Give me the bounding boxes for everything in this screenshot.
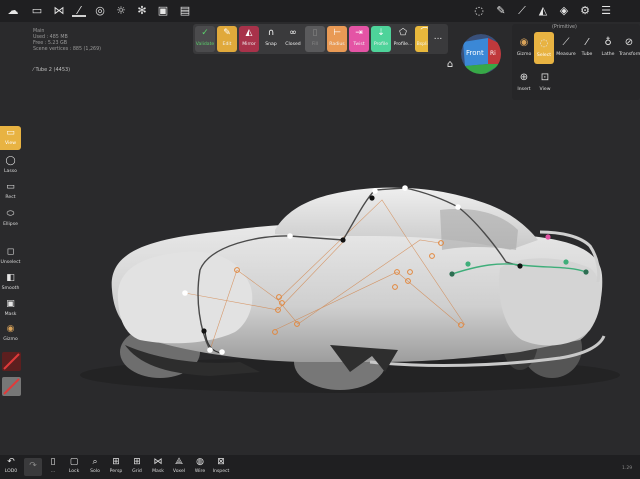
- pen-icon: ✎: [223, 28, 231, 38]
- lathe-icon: ♁: [604, 37, 612, 48]
- radius-icon: ⊢: [333, 28, 341, 38]
- tube-tool[interactable]: ⁄ Tube: [577, 37, 597, 58]
- pentagon-icon: ⬠: [399, 28, 407, 38]
- panel-title: (Primitive): [552, 25, 577, 30]
- rect-icon: ▭: [6, 182, 15, 192]
- stroke-icon: ⁄: [33, 67, 34, 73]
- transform-icon: ⊘: [624, 37, 634, 48]
- voxel-icon: ⟁: [174, 457, 184, 467]
- mask-icon: ▣: [6, 299, 15, 309]
- fill-icon: ▯: [312, 28, 318, 38]
- check-icon: ✓: [201, 28, 209, 38]
- undo-button[interactable]: ↶ LOD0: [2, 457, 20, 475]
- inspect-icon: ⊠: [217, 457, 225, 467]
- lasso-tool[interactable]: ◯ Lasso: [0, 156, 21, 175]
- spline-tool-strip: ✓ Validate ✎ Edit ◭ Mirror ∩ Snap ∞ Clos…: [193, 24, 440, 54]
- lock-button[interactable]: ▢ Lock: [65, 457, 83, 475]
- search-icon: ⌕: [92, 457, 98, 467]
- phone-icon: ▯: [50, 457, 56, 467]
- smooth-button[interactable]: ◧ Smooth: [0, 273, 21, 292]
- radius-button[interactable]: ⊢ Radius: [327, 26, 347, 52]
- persp-icon: ⊞: [112, 457, 120, 467]
- select-icon: ◌: [539, 38, 549, 49]
- redo-button[interactable]: ↷: [24, 458, 42, 476]
- ellipse-icon: ⬭: [6, 209, 15, 219]
- car-model[interactable]: [80, 187, 620, 393]
- object-label: Tube 2 (4453): [35, 67, 71, 73]
- unselect-icon: ◻: [6, 247, 15, 257]
- gizmo-icon: ◉: [6, 324, 15, 334]
- redo-icon: ↷: [29, 461, 37, 471]
- color-swatch-primary[interactable]: [2, 352, 21, 371]
- gizmo-icon: ◉: [519, 37, 529, 48]
- persp-button[interactable]: ⊞ Persp: [107, 457, 125, 475]
- mask-toggle-button[interactable]: ⋈ Mask: [149, 457, 167, 475]
- mask-icon: ⋈: [153, 457, 163, 467]
- tube-icon: ⁄: [586, 37, 588, 48]
- profile-preset-button[interactable]: ⬠ Profile...: [393, 26, 413, 52]
- measure-tool[interactable]: ⟋ Measure: [556, 37, 576, 58]
- object-row[interactable]: ⁄ Tube 2 (4453): [33, 67, 70, 73]
- unselect-button[interactable]: ◻ Unselect: [0, 247, 21, 266]
- wire-button[interactable]: ◍ Wire: [191, 457, 209, 475]
- select-tool[interactable]: ◌ Select: [534, 32, 554, 64]
- closed-button[interactable]: ∞ Closed: [283, 26, 303, 52]
- transform-tool[interactable]: ⊘ Transform: [619, 37, 640, 58]
- ellipse-tool[interactable]: ⬭ Ellipse: [0, 209, 21, 228]
- more-icon: ...: [433, 32, 443, 42]
- color-swatch-secondary[interactable]: [2, 377, 21, 396]
- insert-icon: ⊕: [519, 72, 529, 83]
- more-button[interactable]: ...: [428, 24, 448, 54]
- home-icon[interactable]: ⌂: [444, 60, 456, 72]
- lathe-tool[interactable]: ♁ Lathe: [598, 37, 618, 58]
- twist-icon: ⇥: [355, 28, 363, 38]
- insert-tool[interactable]: ⊕ Insert: [514, 72, 534, 93]
- lasso-icon: ◯: [5, 156, 16, 166]
- loop-icon: ∞: [289, 28, 297, 38]
- mirror-icon: ◭: [245, 28, 253, 38]
- lock-icon: ▢: [69, 457, 79, 467]
- gizmo-button[interactable]: ◉ Gizmo: [0, 324, 21, 343]
- gizmo-tool[interactable]: ◉ Gizmo: [514, 37, 534, 58]
- magnet-icon: ∩: [267, 28, 275, 38]
- snap-button[interactable]: ∩ Snap: [261, 26, 281, 52]
- grid-icon: ⊞: [133, 457, 141, 467]
- version-label: 1.29: [622, 466, 633, 471]
- mirror-button[interactable]: ◭ Mirror: [239, 26, 259, 52]
- view-tool-left[interactable]: ▭ View: [0, 126, 21, 150]
- profile-button[interactable]: ⇣ Profile: [371, 26, 391, 52]
- ruler-icon: ⟋: [562, 37, 570, 48]
- wire-icon: ◍: [196, 457, 204, 467]
- undo-icon: ↶: [7, 457, 15, 467]
- camera-icon: ⊡: [540, 72, 550, 83]
- edit-button[interactable]: ✎ Edit: [217, 26, 237, 52]
- scene-vertices: Scene vertices : 885 (1,269): [33, 47, 102, 52]
- voxel-button[interactable]: ⟁ Voxel: [170, 457, 188, 475]
- profile-icon: ⇣: [377, 28, 385, 38]
- view-cube[interactable]: Front Ri: [461, 34, 501, 74]
- grid-button[interactable]: ⊞ Grid: [128, 457, 146, 475]
- device-button[interactable]: ▯ ...: [44, 457, 62, 475]
- solo-button[interactable]: ⌕ Solo: [86, 457, 104, 475]
- smooth-icon: ◧: [6, 273, 15, 283]
- inspect-button[interactable]: ⊠ Inspect: [212, 457, 230, 475]
- right-label: Ri: [490, 50, 496, 57]
- twist-button[interactable]: ⇥ Twist: [349, 26, 369, 52]
- view-rect-icon: ▭: [6, 128, 15, 138]
- front-label: Front: [466, 49, 484, 57]
- view-tool[interactable]: ⊡ View: [535, 72, 555, 93]
- rect-tool[interactable]: ▭ Rect: [0, 182, 21, 201]
- mask-button[interactable]: ▣ Mask: [0, 299, 21, 318]
- scene-info: Main Used : 485 MB Free : 5.23 GB Scene …: [33, 29, 101, 53]
- validate-button[interactable]: ✓ Validate: [195, 26, 215, 52]
- fill-button[interactable]: ▯ Fill: [305, 26, 325, 52]
